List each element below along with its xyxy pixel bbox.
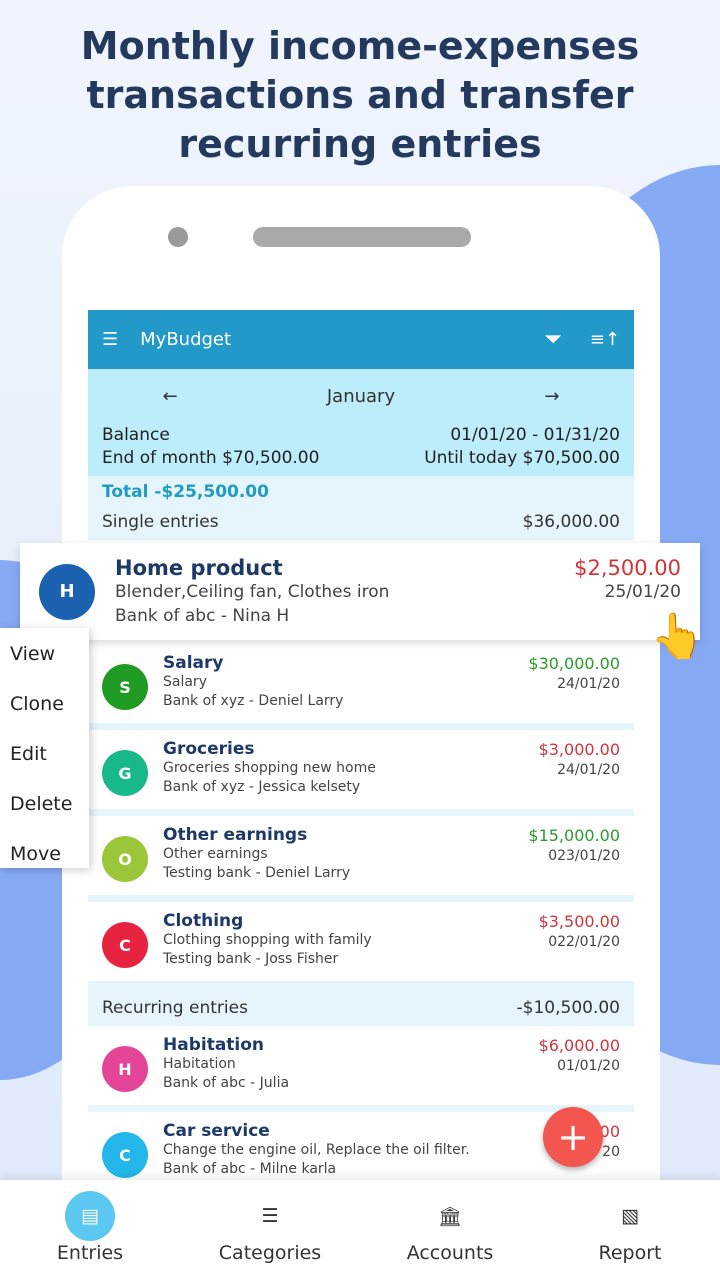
- entry-avatar: G: [102, 750, 148, 796]
- entry-title: Groceries: [163, 739, 255, 759]
- app-bar: ☰ MyBudget ⏷ ≡↑: [88, 310, 634, 369]
- nav-label: Categories: [218, 1242, 322, 1264]
- date-range: 01/01/20 - 01/31/20: [450, 425, 620, 445]
- entry-date: 25/01/20: [604, 581, 681, 602]
- app-title: MyBudget: [140, 329, 232, 350]
- nav-label: Accounts: [406, 1242, 494, 1264]
- report-icon: ▧: [621, 1205, 639, 1227]
- single-entries-header: Single entries $36,000.00: [88, 508, 634, 540]
- entry-account: Testing bank - Deniel Larry: [163, 865, 351, 881]
- headline: Monthly income-expenses transactions and…: [80, 24, 640, 166]
- end-of-month: End of month $70,500.00: [102, 448, 320, 468]
- entry-account: Bank of xyz - Jessica kelsety: [163, 779, 361, 795]
- context-menu: View Clone Edit Delete Move: [0, 628, 89, 868]
- entry-account: Bank of abc - Milne karla: [163, 1161, 337, 1177]
- sort-icon[interactable]: ≡↑: [590, 329, 620, 350]
- entry-title: Car service: [163, 1121, 270, 1141]
- section-label: Recurring entries: [102, 998, 248, 1018]
- entry-account: Bank of abc - Julia: [163, 1075, 290, 1091]
- nav-accounts[interactable]: 🏛 Accounts: [370, 1180, 530, 1280]
- entry-title: Clothing: [163, 911, 244, 931]
- entry-avatar: C: [102, 1132, 148, 1178]
- entry-date: 24/01/20: [557, 762, 620, 778]
- recurring-entries-header: Recurring entries -$10,500.00: [88, 988, 634, 1026]
- section-amount: $36,000.00: [522, 512, 620, 532]
- entry-account: Bank of xyz - Deniel Larry: [163, 693, 344, 709]
- menu-item-view[interactable]: View: [0, 634, 89, 684]
- entry-title: Other earnings: [163, 825, 308, 845]
- app-screen: ☰ MyBudget ⏷ ≡↑ ← January → Balance End o…: [88, 310, 634, 1180]
- tap-hand-icon: 👆: [650, 611, 705, 662]
- month-label: January: [326, 386, 396, 407]
- balance-label: Balance: [102, 425, 170, 445]
- entry-avatar: S: [102, 664, 148, 710]
- nav-report[interactable]: ▧ Report: [550, 1180, 710, 1280]
- entry-avatar: H: [102, 1046, 148, 1092]
- camera: [168, 227, 188, 247]
- entry-account: Testing bank - Joss Fisher: [163, 951, 339, 967]
- entry-desc: Salary: [163, 674, 207, 690]
- menu-item-clone[interactable]: Clone: [0, 684, 89, 734]
- filter-icon[interactable]: ⏷: [544, 327, 562, 352]
- total: Total -$25,500.00: [88, 476, 634, 508]
- entry-row[interactable]: S Salary Salary Bank of xyz - Deniel Lar…: [88, 644, 634, 730]
- entry-account: Bank of abc - Nina H: [115, 605, 290, 626]
- entry-amount: $30,000.00: [528, 654, 620, 673]
- prev-month-button[interactable]: ←: [163, 386, 178, 407]
- entry-desc: Habitation: [163, 1056, 236, 1072]
- balance-panel: Balance End of month $70,500.00 01/01/20 …: [88, 424, 634, 476]
- entry-desc: Clothing shopping with family: [163, 932, 372, 948]
- nav-label: Report: [598, 1242, 662, 1264]
- entry-date: 023/01/20: [548, 848, 620, 864]
- sort-lines-icon[interactable]: ☰: [102, 329, 118, 350]
- list-icon: ☰: [261, 1205, 279, 1227]
- entry-date: 01/01/20: [557, 1058, 620, 1074]
- entry-title: Habitation: [163, 1035, 265, 1055]
- nav-entries[interactable]: ▤ Entries: [10, 1180, 170, 1280]
- entry-amount: $3,500.00: [538, 912, 620, 931]
- nav-categories[interactable]: ☰ Categories: [190, 1180, 350, 1280]
- until-today: Until today $70,500.00: [424, 448, 620, 468]
- entry-avatar: H: [39, 563, 95, 620]
- next-month-button[interactable]: →: [544, 386, 559, 407]
- document-icon: ▤: [65, 1191, 115, 1241]
- section-amount: -$10,500.00: [516, 998, 620, 1018]
- entry-row[interactable]: C Clothing Clothing shopping with family…: [88, 902, 634, 988]
- bank-icon: 🏛: [437, 1205, 463, 1228]
- entry-amount: $6,000.00: [538, 1036, 620, 1055]
- bottom-nav: ▤ Entries ☰ Categories 🏛 Accounts ▧ Report: [0, 1180, 720, 1280]
- entry-desc: Change the engine oil, Replace the oil f…: [163, 1142, 470, 1158]
- menu-item-delete[interactable]: Delete: [0, 784, 89, 834]
- speaker: [253, 227, 471, 247]
- entry-row[interactable]: G Groceries Groceries shopping new home …: [88, 730, 634, 816]
- entry-title: Salary: [163, 653, 224, 673]
- nav-label: Entries: [56, 1242, 124, 1264]
- entry-date: 022/01/20: [548, 934, 620, 950]
- selected-entry-card[interactable]: H Home product Blender,Ceiling fan, Clot…: [20, 543, 700, 640]
- month-selector: ← January →: [88, 369, 634, 424]
- entry-amount: $2,500.00: [574, 555, 681, 580]
- section-label: Single entries: [102, 512, 219, 532]
- menu-item-edit[interactable]: Edit: [0, 734, 89, 784]
- entry-row[interactable]: O Other earnings Other earnings Testing …: [88, 816, 634, 902]
- entry-amount: $15,000.00: [528, 826, 620, 845]
- entry-desc: Blender,Ceiling fan, Clothes iron: [115, 581, 390, 602]
- entry-row[interactable]: H Habitation Habitation Bank of abc - Ju…: [88, 1026, 634, 1112]
- entry-date: 24/01/20: [557, 676, 620, 692]
- add-entry-button[interactable]: +: [543, 1107, 603, 1167]
- entry-avatar: C: [102, 922, 148, 968]
- entry-avatar: O: [102, 836, 148, 882]
- entry-desc: Other earnings: [163, 846, 268, 862]
- entry-title: Home product: [115, 555, 283, 580]
- entry-desc: Groceries shopping new home: [163, 760, 376, 776]
- entry-amount: $3,000.00: [538, 740, 620, 759]
- menu-item-move[interactable]: Move: [0, 834, 89, 884]
